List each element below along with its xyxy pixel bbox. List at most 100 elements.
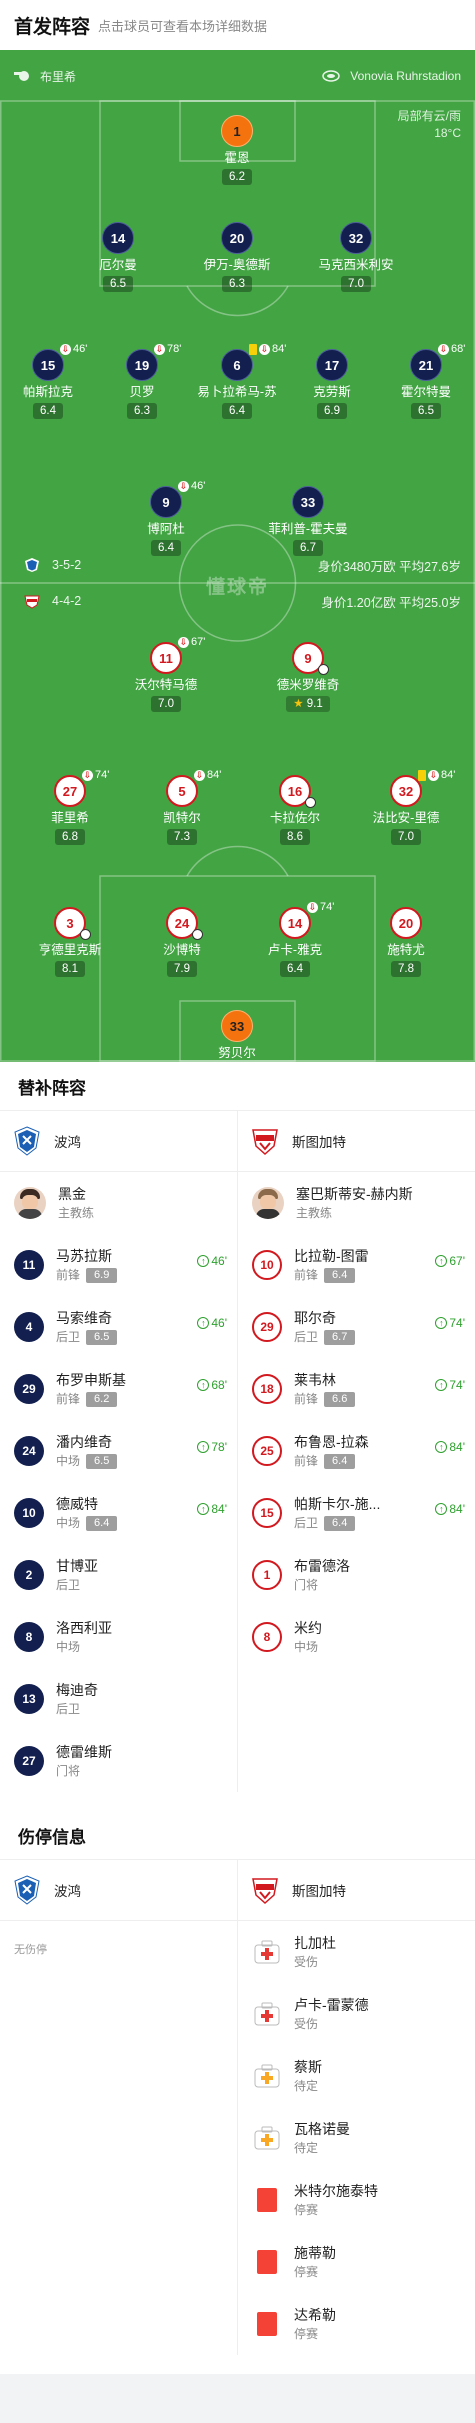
home-player[interactable]: 1 霍恩 6.2 (189, 115, 285, 185)
home-sub-row[interactable]: 2 甘博亚 后卫 (0, 1544, 237, 1606)
home-player[interactable]: 14 厄尔曼 6.5 (70, 222, 166, 292)
section-title-subs: 替补阵容 (18, 1078, 86, 1098)
away-sub-row[interactable]: 10 比拉勒-图雷 前锋 6.4 ↑ 67' (238, 1234, 475, 1296)
injured-player-name: 达希勒 (294, 2307, 336, 2323)
injury-row[interactable]: 米特尔施泰特 停赛 (238, 2169, 475, 2231)
home-sub-row[interactable]: 24 潘内维奇 中场 6.5 ↑ 78' (0, 1420, 237, 1482)
player-rating: 6.8 (55, 829, 85, 845)
home-sub-row[interactable]: 13 梅迪奇 后卫 (0, 1668, 237, 1730)
suspended-icon (252, 2309, 282, 2339)
no-injuries-text: 无伤停 (14, 1944, 47, 1956)
injuries-home-team[interactable]: 波鸿 (0, 1860, 237, 1920)
player-rating: 6.9 (317, 403, 347, 419)
away-player[interactable]: 16 卡拉佐尔 8.6 (247, 775, 343, 845)
sub-off-icon: ⇩ (194, 769, 205, 781)
player-number: 32 (340, 222, 372, 254)
event-markers: ⇩ 46' (178, 480, 205, 492)
sub-position: 后卫 (56, 1330, 81, 1344)
injury-row[interactable]: 蔡斯 待定 (238, 2045, 475, 2107)
player-name: 沃尔特马德 (134, 678, 198, 692)
injuries-section: 伤停信息 波鸿 斯图加特 无伤停 扎加杜 受伤 卢卡-雷蒙德 受伤 蔡斯 待定 瓦格诺曼 待定… (0, 1811, 475, 2355)
match-info-row: 布里希 Vonovia Ruhrstadion (14, 66, 461, 86)
away-player[interactable]: 11 ⇩ 67' 沃尔特马德 7.0 (118, 636, 214, 712)
away-player[interactable]: 9 德米罗维奇 ★ 9.1 (260, 642, 356, 712)
away-formation: 4-4-2 (52, 594, 82, 608)
subs-away-team[interactable]: 斯图加特 (237, 1111, 475, 1171)
sub-meta: 后卫 (56, 1578, 227, 1593)
home-sub-row[interactable]: 8 洛西利亚 中场 (0, 1606, 237, 1668)
sub-off-icon: ⇩ (154, 343, 165, 355)
injury-row[interactable]: 达希勒 停赛 (238, 2293, 475, 2355)
home-coach-row[interactable]: 黑金 主教练 (0, 1172, 237, 1234)
home-player[interactable]: 21 ⇩ 68' 霍尔特曼 6.5 (378, 343, 474, 419)
away-player[interactable]: 5 ⇩ 84' 凯特尔 7.3 (134, 769, 230, 845)
player-name: 博阿杜 (147, 522, 185, 536)
player-name: 克劳斯 (313, 385, 351, 399)
away-player[interactable]: 32 ⇩ 84' 法比安-里德 7.0 (358, 769, 455, 845)
away-sub-row[interactable]: 15 帕斯卡尔-施... 后卫 6.4 ↑ 84' (238, 1482, 475, 1544)
sub-text: 洛西利亚 中场 (56, 1619, 227, 1655)
home-team-crest-icon (14, 1126, 40, 1156)
home-player[interactable]: 17 克劳斯 6.9 (284, 349, 380, 419)
away-sub-row[interactable]: 29 耶尔奇 后卫 6.7 ↑ 74' (238, 1296, 475, 1358)
sub-text: 布雷德洛 门将 (294, 1557, 465, 1593)
away-sub-row[interactable]: 18 莱韦林 前锋 6.6 ↑ 74' (238, 1358, 475, 1420)
home-sub-row[interactable]: 11 马苏拉斯 前锋 6.9 ↑ 46' (0, 1234, 237, 1296)
sub-meta: 后卫 (56, 1702, 227, 1717)
away-value-age: 身价1.20亿欧 平均25.0岁 (321, 595, 461, 610)
sub-rating: 6.4 (324, 1516, 356, 1531)
away-sub-row[interactable]: 25 布鲁恩-拉森 前锋 6.4 ↑ 84' (238, 1420, 475, 1482)
weather-info: 局部有云/雨 18°C (398, 108, 461, 142)
away-player[interactable]: 20 施特尤 7.8 (358, 907, 454, 977)
sub-position: 中场 (294, 1640, 319, 1654)
star-icon: ★ (293, 698, 307, 710)
sub-name: 德雷维斯 (56, 1744, 112, 1760)
sub-meta: 前锋 6.2 (56, 1392, 227, 1407)
away-player[interactable]: 33努贝尔7.4 (189, 1010, 285, 1062)
doubt-icon (252, 2123, 282, 2153)
home-sub-row[interactable]: 4 马索维奇 后卫 6.5 ↑ 46' (0, 1296, 237, 1358)
home-player[interactable]: 33 菲利普-霍夫曼 6.7 (260, 486, 356, 556)
away-player[interactable]: 27 ⇩ 74' 菲里希 6.8 (22, 769, 118, 845)
lineup-header: 首发阵容 点击球员可查看本场详细数据 (0, 0, 475, 50)
sub-off-icon: ⇩ (178, 480, 189, 492)
sub-meta: 中场 6.5 (56, 1454, 227, 1469)
away-sub-row[interactable]: 8 米约 中场 (238, 1606, 475, 1668)
home-sub-row[interactable]: 29 布罗申斯基 前锋 6.2 ↑ 68' (0, 1358, 237, 1420)
home-player[interactable]: 6 ⇩ 84' 易卜拉希马-苏 6.4 (189, 343, 286, 419)
subs-section: 替补阵容 波鸿 斯图加特 黑金 主教练 11马苏拉斯前锋6.9↑46' (0, 1062, 475, 1792)
injury-row[interactable]: 扎加杜 受伤 (238, 1921, 475, 1983)
lineup-hint: 点击球员可查看本场详细数据 (98, 18, 268, 34)
sub-meta: 中场 (56, 1640, 227, 1655)
injury-row[interactable]: 瓦格诺曼 待定 (238, 2107, 475, 2169)
home-player[interactable]: 15 ⇩ 46' 帕斯拉克 6.4 (0, 343, 96, 419)
injuries-team-header: 波鸿 斯图加特 (0, 1859, 475, 1921)
player-number: 20 (390, 907, 422, 939)
away-sub-row[interactable]: 1 布雷德洛 门将 (238, 1544, 475, 1606)
sub-on-icon: ↑ (435, 1255, 448, 1267)
subs-home-team[interactable]: 波鸿 (0, 1111, 237, 1171)
player-name: 亨德里克斯 (38, 943, 102, 957)
sub-rating: 6.7 (324, 1330, 356, 1345)
injury-row[interactable]: 卢卡-雷蒙德 受伤 (238, 1983, 475, 2045)
away-player[interactable]: 14 ⇩ 74' 卢卡-雅克 6.4 (247, 901, 343, 977)
home-sub-row[interactable]: 10 德威特 中场 6.4 ↑ 84' (0, 1482, 237, 1544)
home-player[interactable]: 32 马克西米利安 7.0 (308, 222, 404, 292)
sub-rating: 6.5 (86, 1330, 118, 1345)
home-player[interactable]: 20 伊万-奥德斯 6.3 (189, 222, 285, 292)
home-player[interactable]: 19 ⇩ 78' 贝罗 6.3 (94, 343, 190, 419)
injured-player-name: 卢卡-雷蒙德 (294, 1997, 369, 2013)
sub-in-minute: 84' (449, 1502, 465, 1516)
sub-text: 甘博亚 后卫 (56, 1557, 227, 1593)
injury-row[interactable]: 施蒂勒 停赛 (238, 2231, 475, 2293)
away-coach-row[interactable]: 塞巴斯蒂安-赫内斯 主教练 (238, 1172, 475, 1234)
event-markers: ⇩ 84' (249, 343, 286, 355)
home-player[interactable]: 9 ⇩ 46' 博阿杜 6.4 (118, 480, 214, 556)
away-player[interactable]: 3 亨德里克斯 8.1 (22, 907, 118, 977)
away-player[interactable]: 24 沙博特 7.9 (134, 907, 230, 977)
injuries-away-team[interactable]: 斯图加特 (237, 1860, 475, 1920)
player-number: 14 (102, 222, 134, 254)
whistle-icon (14, 71, 29, 81)
home-sub-row[interactable]: 27 德雷维斯 门将 (0, 1730, 237, 1792)
player-name: 厄尔曼 (99, 258, 137, 272)
